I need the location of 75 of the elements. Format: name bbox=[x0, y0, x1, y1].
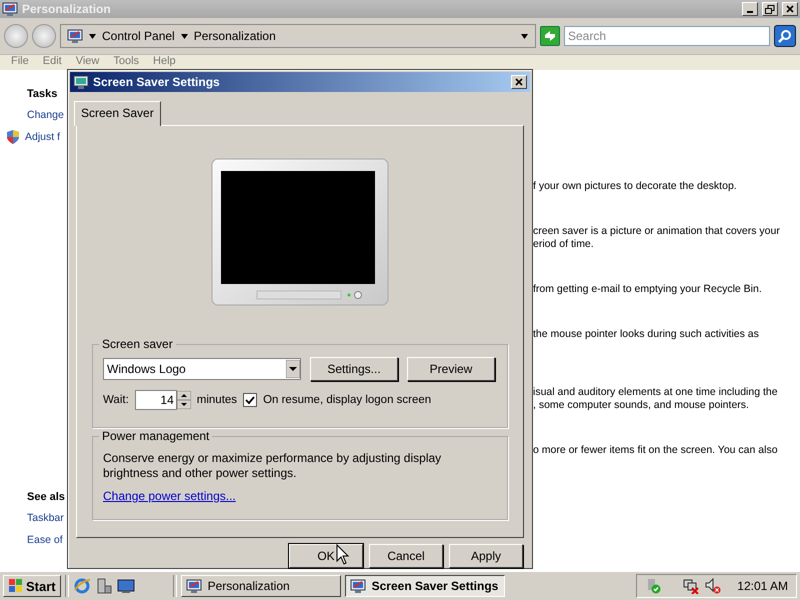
search-field[interactable]: Search bbox=[564, 26, 770, 46]
close-button[interactable] bbox=[511, 74, 527, 89]
dialog-title: Screen Saver Settings bbox=[93, 74, 221, 89]
taskbar-button[interactable]: Personalization bbox=[180, 575, 341, 597]
window-icon bbox=[2, 1, 18, 17]
caret-icon[interactable] bbox=[89, 34, 96, 38]
mouse-pointer-icon bbox=[336, 544, 349, 565]
restore-icon bbox=[765, 4, 775, 14]
description-text: , some computer sounds, and mouse pointers. bbox=[533, 399, 750, 412]
dialog-button[interactable]: Cancel bbox=[369, 544, 443, 568]
browser-icon[interactable] bbox=[72, 577, 91, 595]
network-icon[interactable] bbox=[683, 578, 700, 594]
minimize-button[interactable] bbox=[742, 2, 758, 16]
screen-saver-dropdown[interactable]: Windows Logo bbox=[103, 358, 301, 380]
breadcrumb[interactable]: Personalization bbox=[194, 29, 276, 43]
task-link[interactable]: Adjust f bbox=[25, 131, 60, 143]
see-also-heading: See als bbox=[27, 491, 65, 503]
windows-logo-icon bbox=[8, 578, 24, 594]
menu-item[interactable]: Edit bbox=[36, 55, 69, 68]
control-panel-icon bbox=[67, 28, 83, 44]
dropdown-arrow-icon[interactable] bbox=[286, 360, 300, 378]
close-icon bbox=[515, 78, 523, 86]
computer-icon[interactable] bbox=[94, 577, 113, 595]
window-icon bbox=[350, 578, 366, 594]
power-description: Conserve energy or maximize performance by adjusting display brightness and other power settings. bbox=[103, 450, 442, 481]
taskbar-button[interactable]: Screen Saver Settings bbox=[344, 575, 505, 597]
refresh-button[interactable] bbox=[540, 26, 560, 46]
minutes-label: minutes bbox=[196, 394, 238, 406]
settings-button[interactable]: Settings... bbox=[310, 356, 398, 381]
group-label: Screen saver bbox=[99, 336, 176, 351]
description-text: from getting e-mail to emptying your Recycle Bin. bbox=[533, 283, 763, 296]
wait-label: Wait: bbox=[103, 394, 129, 406]
dialog-icon bbox=[73, 74, 89, 90]
description-text: the mouse pointer looks during such activities as bbox=[533, 328, 760, 341]
dialog-button[interactable]: OK bbox=[289, 544, 363, 568]
description-text: isual and auditory elements at one time including the bbox=[533, 386, 779, 399]
shield-icon bbox=[5, 129, 21, 145]
see-also-link[interactable]: Taskbar bbox=[27, 512, 64, 524]
menu-item[interactable]: File bbox=[4, 55, 36, 68]
group-label: Power management bbox=[99, 428, 212, 443]
window-title: Personalization bbox=[22, 2, 112, 16]
start-button[interactable]: Start bbox=[3, 575, 61, 597]
clock[interactable]: 12:01 AM bbox=[737, 579, 788, 593]
see-also-link[interactable]: Ease of bbox=[27, 534, 63, 546]
description-text: f your own pictures to decorate the desktop. bbox=[533, 180, 738, 193]
dialog-button[interactable]: Apply bbox=[449, 544, 523, 568]
search-button[interactable] bbox=[774, 25, 796, 47]
description-text: eriod of time. bbox=[533, 238, 595, 251]
restore-button[interactable] bbox=[762, 2, 778, 16]
menu-item[interactable]: Help bbox=[146, 55, 183, 68]
tab[interactable]: Screen Saver bbox=[74, 100, 161, 126]
power-settings-link[interactable]: Change power settings... bbox=[103, 488, 236, 503]
caret-icon[interactable] bbox=[180, 34, 188, 38]
refresh-icon bbox=[543, 29, 557, 43]
wait-field[interactable]: 14 bbox=[134, 390, 177, 410]
breadcrumb[interactable]: Control Panel bbox=[102, 29, 175, 43]
speaker-icon[interactable] bbox=[705, 578, 722, 594]
menu-item[interactable]: Tools bbox=[106, 55, 146, 68]
preview-button[interactable]: Preview bbox=[407, 356, 495, 381]
description-text: creen saver is a picture or animation that covers your bbox=[533, 225, 781, 238]
logon-checkbox[interactable] bbox=[243, 392, 258, 407]
desktop-icon[interactable] bbox=[116, 577, 135, 595]
tasks-heading: Tasks bbox=[27, 88, 58, 100]
spinner-arrows-icon[interactable] bbox=[176, 390, 191, 409]
security-icon[interactable] bbox=[645, 578, 662, 594]
description-text: o more or fewer items fit on the screen. You can also bbox=[533, 444, 779, 457]
window-icon bbox=[186, 578, 202, 594]
checkbox-label: On resume, display logon screen bbox=[263, 394, 432, 406]
address-bar[interactable]: Control Panel Personalization bbox=[60, 24, 536, 48]
caret-icon[interactable] bbox=[520, 34, 529, 38]
menu-item[interactable]: View bbox=[68, 55, 106, 68]
close-icon bbox=[786, 5, 794, 13]
task-link[interactable]: Change bbox=[27, 109, 64, 121]
close-button[interactable] bbox=[782, 2, 798, 16]
search-icon bbox=[778, 29, 792, 43]
